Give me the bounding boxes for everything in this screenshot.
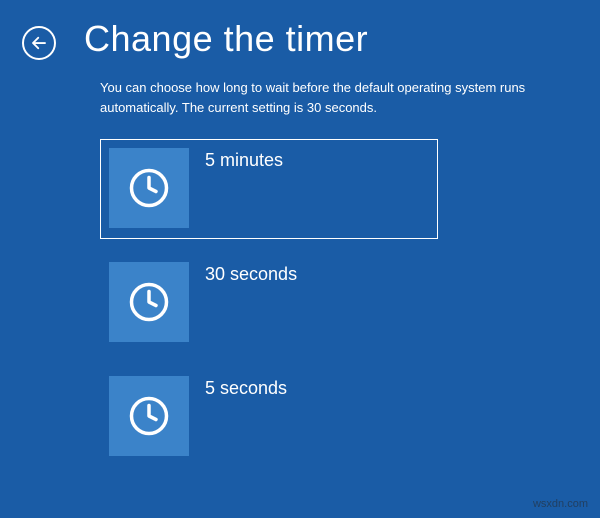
back-arrow-icon <box>30 34 48 52</box>
option-icon-tile <box>109 376 189 456</box>
timer-option-30-seconds[interactable]: 30 seconds <box>100 253 438 353</box>
option-label: 5 minutes <box>205 150 283 171</box>
option-label: 30 seconds <box>205 264 297 285</box>
back-button[interactable] <box>22 26 56 60</box>
option-icon-tile <box>109 148 189 228</box>
content-area: You can choose how long to wait before t… <box>0 60 600 467</box>
watermark: wsxdn.com <box>533 498 588 510</box>
timer-options-list: 5 minutes 30 seconds 5 seconds <box>100 139 600 467</box>
option-label: 5 seconds <box>205 378 287 399</box>
description-text: You can choose how long to wait before t… <box>100 78 560 117</box>
header: Change the timer <box>0 0 600 60</box>
page-title: Change the timer <box>84 18 368 60</box>
timer-option-5-seconds[interactable]: 5 seconds <box>100 367 438 467</box>
clock-icon <box>128 167 170 209</box>
clock-icon <box>128 395 170 437</box>
clock-icon <box>128 281 170 323</box>
timer-option-5-minutes[interactable]: 5 minutes <box>100 139 438 239</box>
option-icon-tile <box>109 262 189 342</box>
